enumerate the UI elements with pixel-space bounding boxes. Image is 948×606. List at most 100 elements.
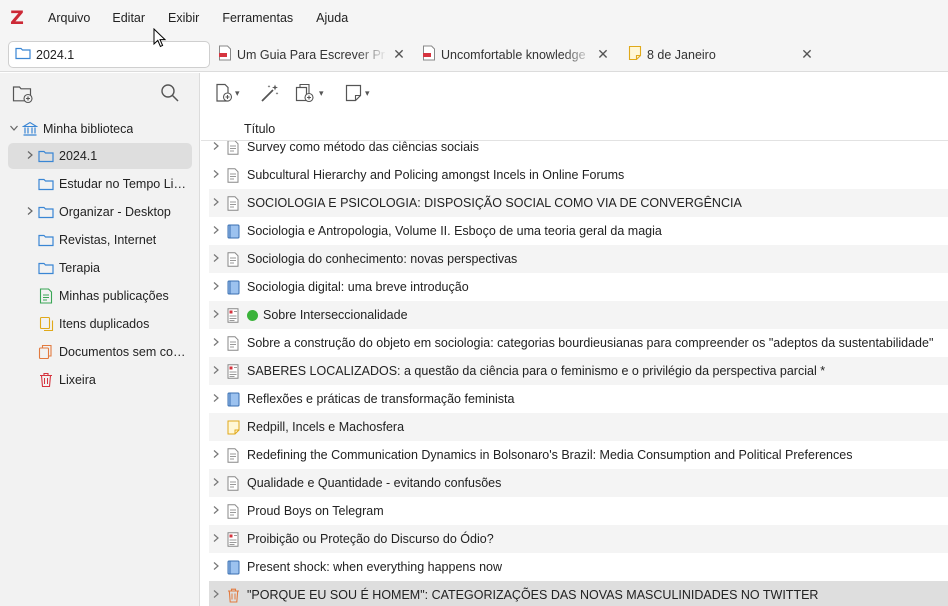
item-title: "PORQUE EU SOU É HOMEM": CATEGORIZAÇÕES … [247, 588, 819, 602]
tree-item-revistas[interactable]: Revistas, Internet [8, 227, 192, 253]
close-icon[interactable]: ✕ [392, 45, 406, 63]
add-by-identifier-button[interactable] [260, 83, 280, 103]
chevron-right-icon[interactable] [209, 141, 223, 154]
item-row[interactable]: Sobre a construção do objeto em sociolog… [209, 329, 948, 357]
book-icon [226, 559, 240, 575]
tab-reader-1[interactable]: Um Guia Para Escrever Pr ✕ [218, 41, 406, 68]
tree-item-label: Terapia [59, 261, 100, 275]
chevron-right-icon[interactable] [209, 169, 223, 182]
new-item-button[interactable]: ▾ [215, 83, 240, 103]
chevron-right-icon[interactable] [209, 365, 223, 378]
chevron-right-icon[interactable] [209, 505, 223, 518]
item-title: Subcultural Hierarchy and Policing among… [247, 168, 625, 182]
tree-item-publicacoes[interactable]: Minhas publicações [8, 283, 192, 309]
column-title[interactable]: Título [244, 122, 275, 136]
item-row[interactable]: Proud Boys on Telegram [209, 497, 948, 525]
item-row[interactable]: Sobre Interseccionalidade [209, 301, 948, 329]
chevron-right-icon[interactable] [209, 561, 223, 574]
note-icon [628, 45, 642, 64]
chevron-down-icon: ▾ [319, 87, 324, 98]
item-row[interactable]: Redefining the Communication Dynamics in… [209, 441, 948, 469]
menu-ajuda[interactable]: Ajuda [304, 0, 360, 36]
folder-icon [38, 232, 54, 248]
chevron-right-icon[interactable] [209, 449, 223, 462]
chevron-right-icon[interactable] [24, 150, 36, 163]
pdf-icon [218, 45, 232, 64]
tree-item-label: Itens duplicados [59, 317, 150, 331]
collections-pane: Minha biblioteca 2024.1 Estudar no Tempo… [0, 73, 200, 606]
chevron-down-icon[interactable] [8, 123, 20, 136]
folder-icon [38, 204, 54, 220]
tree-item-label: Estudar no Tempo Livre [59, 177, 187, 191]
new-note-button[interactable]: ▾ [345, 83, 370, 103]
chevron-right-icon[interactable] [24, 206, 36, 219]
tree-item-2024-1[interactable]: 2024.1 [8, 143, 192, 169]
note-icon [226, 419, 240, 435]
item-row[interactable]: Sociologia do conhecimento: novas perspe… [209, 245, 948, 273]
zotero-logo: Z [10, 7, 24, 29]
item-row[interactable]: Sociologia digital: uma breve introdução [209, 273, 948, 301]
tree-item-sem-colecao[interactable]: Documentos sem coleção [8, 339, 192, 365]
chevron-right-icon[interactable] [209, 477, 223, 490]
chevron-right-icon[interactable] [209, 253, 223, 266]
folder-icon [38, 260, 54, 276]
item-row[interactable]: Qualidade e Quantidade - evitando confus… [209, 469, 948, 497]
item-row[interactable]: SABERES LOCALIZADOS: a questão da ciênci… [209, 357, 948, 385]
tab-library[interactable]: 2024.1 [8, 41, 210, 68]
close-icon[interactable]: ✕ [596, 45, 610, 63]
items-toolbar: ▾ ▾ ▾ [201, 73, 948, 113]
close-icon[interactable]: ✕ [800, 45, 814, 63]
item-row[interactable]: Reflexões e práticas de transformação fe… [209, 385, 948, 413]
document-icon [226, 139, 240, 155]
tree-item-duplicados[interactable]: Itens duplicados [8, 311, 192, 337]
item-row[interactable]: Subcultural Hierarchy and Policing among… [209, 161, 948, 189]
tree-library[interactable]: Minha biblioteca [8, 116, 192, 142]
unfiled-icon [38, 344, 54, 360]
item-title: Sobre Interseccionalidade [263, 308, 408, 322]
tab-reader-3[interactable]: 8 de Janeiro ✕ [628, 41, 814, 68]
document-icon [226, 195, 240, 211]
book-icon [226, 279, 240, 295]
items-pane: ▾ ▾ ▾ Título Survey como método das ciên… [201, 73, 948, 606]
item-row[interactable]: Sociologia e Antropologia, Volume II. Es… [209, 217, 948, 245]
tab-library-label: 2024.1 [36, 47, 75, 62]
new-collection-icon[interactable] [12, 84, 34, 107]
chevron-right-icon[interactable] [209, 225, 223, 238]
tree-item-lixeira[interactable]: Lixeira [8, 367, 192, 393]
chevron-right-icon[interactable] [209, 589, 223, 602]
chevron-right-icon[interactable] [209, 533, 223, 546]
chevron-right-icon[interactable] [209, 337, 223, 350]
tab-reader-2[interactable]: Uncomfortable knowledge ✕ [422, 41, 610, 68]
tree-item-label: Minhas publicações [59, 289, 169, 303]
document-icon [226, 447, 240, 463]
library-icon [22, 121, 38, 137]
tree-item-estudar[interactable]: Estudar no Tempo Livre [8, 171, 192, 197]
tree-item-terapia[interactable]: Terapia [8, 255, 192, 281]
menu-arquivo[interactable]: Arquivo [36, 0, 102, 36]
tree-item-organizar[interactable]: Organizar - Desktop [8, 199, 192, 225]
item-title: Survey como método das ciências sociais [247, 140, 480, 154]
journal-article-icon [226, 363, 240, 379]
journal-article-icon [226, 531, 240, 547]
item-row[interactable]: Redpill, Incels e Machosfera [209, 413, 948, 441]
item-row[interactable]: SOCIOLOGIA E PSICOLOGIA: DISPOSIÇÃO SOCI… [209, 189, 948, 217]
tree-item-label: Lixeira [59, 373, 96, 387]
item-title: Proud Boys on Telegram [247, 504, 384, 518]
item-row[interactable]: Proibição ou Proteção do Discurso do Ódi… [209, 525, 948, 553]
chevron-right-icon[interactable] [209, 309, 223, 322]
search-icon[interactable] [160, 83, 180, 106]
menu-editar[interactable]: Editar [100, 0, 157, 36]
column-header[interactable]: Título [201, 113, 948, 141]
document-icon [226, 251, 240, 267]
item-title: Sociologia digital: uma breve introdução [247, 280, 469, 294]
menu-ferramentas[interactable]: Ferramentas [210, 0, 305, 36]
add-attachment-button[interactable]: ▾ [295, 83, 324, 103]
chevron-right-icon[interactable] [209, 281, 223, 294]
chevron-right-icon[interactable] [209, 197, 223, 210]
item-row[interactable]: Present shock: when everything happens n… [209, 553, 948, 581]
item-row[interactable]: "PORQUE EU SOU É HOMEM": CATEGORIZAÇÕES … [209, 581, 948, 606]
chevron-right-icon[interactable] [209, 393, 223, 406]
tab-bar: 2024.1 Um Guia Para Escrever Pr ✕ Uncomf… [0, 36, 948, 72]
trash-icon [38, 372, 54, 388]
item-title: Sociologia e Antropologia, Volume II. Es… [247, 224, 662, 238]
